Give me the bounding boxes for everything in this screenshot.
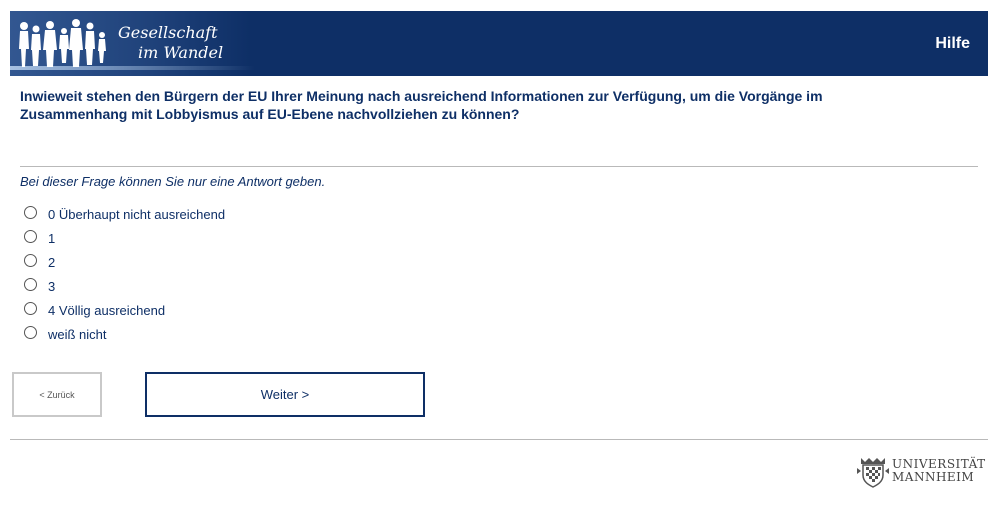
answer-option-dont-know[interactable]: weiß nicht xyxy=(24,322,225,346)
radio-button[interactable] xyxy=(24,326,37,339)
next-button[interactable]: Weiter > xyxy=(145,372,425,417)
logo-line2: im Wandel xyxy=(138,43,224,62)
option-label: 3 xyxy=(48,278,56,294)
footer-divider xyxy=(10,439,988,440)
help-link[interactable]: Hilfe xyxy=(935,35,970,53)
radio-button[interactable] xyxy=(24,254,37,267)
answer-option-0[interactable]: 0 Überhaupt nicht ausreichend xyxy=(24,202,225,226)
answer-options: 0 Überhaupt nicht ausreichend 1 2 3 4 Vö… xyxy=(24,202,225,346)
university-line2: MANNHEIM xyxy=(892,470,975,484)
radio-button[interactable] xyxy=(24,278,37,291)
answer-option-1[interactable]: 1 xyxy=(24,226,225,250)
divider xyxy=(20,166,978,167)
university-name: UNIVERSITÄT MANNHEIM xyxy=(892,458,986,484)
answer-option-3[interactable]: 3 xyxy=(24,274,225,298)
answer-option-4[interactable]: 4 Völlig ausreichend xyxy=(24,298,225,322)
option-label: 1 xyxy=(48,230,56,246)
header-banner: Gesellschaft im Wandel Hilfe xyxy=(10,11,988,76)
option-label: weiß nicht xyxy=(48,326,107,342)
option-label: 4 Völlig ausreichend xyxy=(48,302,166,318)
crest-icon xyxy=(857,458,889,488)
radio-button[interactable] xyxy=(24,302,37,315)
people-silhouettes-logo xyxy=(19,19,106,67)
option-label: 0 Überhaupt nicht ausreichend xyxy=(48,206,226,222)
question-text: Inwieweit stehen den Bürgern der EU Ihre… xyxy=(20,88,823,122)
answer-option-2[interactable]: 2 xyxy=(24,250,225,274)
radio-button[interactable] xyxy=(24,230,37,243)
radio-button[interactable] xyxy=(24,206,37,219)
logo-title: Gesellschaft im Wandel xyxy=(118,23,223,63)
question-instruction: Bei dieser Frage können Sie nur eine Ant… xyxy=(20,174,326,189)
back-button[interactable]: < Zurück xyxy=(12,372,102,417)
logo-line1: Gesellschaft xyxy=(118,23,218,42)
university-logo: UNIVERSITÄT MANNHEIM xyxy=(857,454,986,488)
option-label: 2 xyxy=(48,254,56,270)
